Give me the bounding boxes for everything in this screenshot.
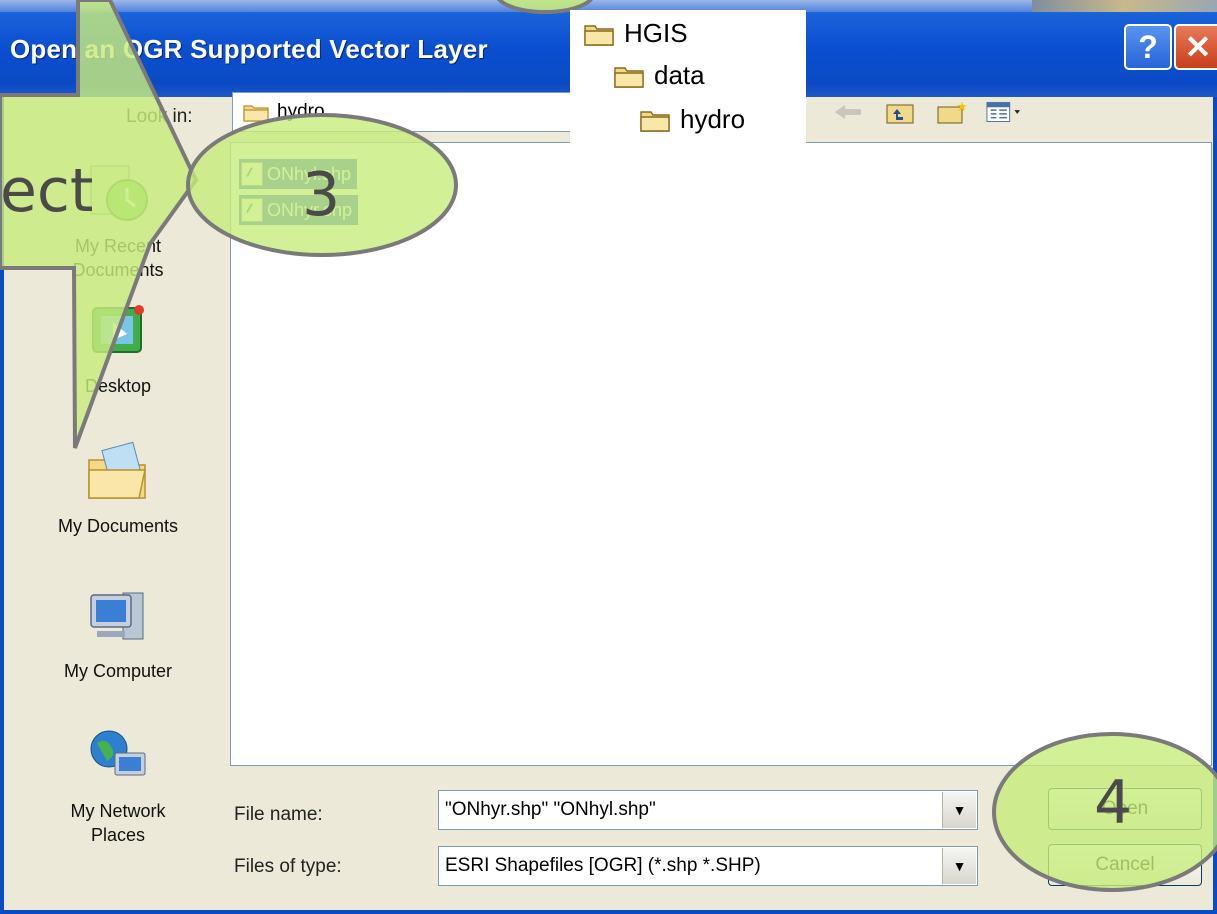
places-bar: My Recent Documents Desktop My Documents… xyxy=(0,140,225,860)
place-label: My Network Places xyxy=(70,801,166,845)
place-my-documents[interactable]: My Documents xyxy=(28,440,208,538)
place-label: Desktop xyxy=(84,376,152,396)
path-node-data: data xyxy=(614,60,705,91)
my-computer-icon xyxy=(90,592,144,640)
shapefile-icon xyxy=(241,162,263,186)
look-in-value: hydro xyxy=(277,101,325,122)
look-in-label: Look in: xyxy=(126,106,193,127)
step3-label: 3 xyxy=(302,160,341,230)
window-title: Open an OGR Supported Vector Layer xyxy=(10,34,488,64)
folder-icon xyxy=(584,24,614,46)
desktop-icon xyxy=(92,305,144,353)
shapefile-icon xyxy=(241,198,263,222)
folder-icon xyxy=(243,105,269,122)
folder-path-callout: HGIS data hydro xyxy=(570,10,806,144)
help-icon: ? xyxy=(1138,28,1158,65)
file-name-label: File name: xyxy=(234,804,323,825)
my-documents-icon xyxy=(88,441,146,499)
place-label: My Documents xyxy=(57,516,179,536)
folder-icon xyxy=(614,66,644,88)
folder-icon xyxy=(640,110,670,132)
chevron-down-icon: ▼ xyxy=(952,802,967,818)
files-of-type-value: ESRI Shapefiles [OGR] (*.shp *.SHP) xyxy=(445,855,761,876)
look-in-combo[interactable]: hydro xyxy=(232,92,580,132)
view-menu-icon[interactable] xyxy=(986,96,1022,128)
close-icon: ✕ xyxy=(1184,29,1212,65)
files-of-type-select[interactable]: ESRI Shapefiles [OGR] (*.shp *.SHP) ▼ xyxy=(438,846,978,886)
place-desktop[interactable]: Desktop xyxy=(28,300,208,398)
place-label: My Computer xyxy=(63,661,173,681)
file-name-dropdown-button[interactable]: ▼ xyxy=(942,792,976,828)
cancel-button[interactable]: Cancel xyxy=(1048,844,1202,886)
back-arrow-icon[interactable] xyxy=(830,96,866,128)
files-of-type-label: Files of type: xyxy=(234,856,342,877)
file-name-value: "ONhyr.shp" "ONhyl.shp" xyxy=(445,799,656,820)
list-item[interactable]: ONhyr.shp xyxy=(239,195,359,225)
chevron-down-icon: ▼ xyxy=(952,858,967,874)
navigation-toolbar xyxy=(830,96,1022,128)
place-my-computer[interactable]: My Computer xyxy=(28,585,208,683)
path-node-hgis: HGIS xyxy=(584,18,688,49)
new-folder-icon[interactable] xyxy=(934,96,970,128)
help-button[interactable]: ? xyxy=(1124,24,1172,70)
close-button[interactable]: ✕ xyxy=(1174,24,1217,70)
recent-documents-icon xyxy=(90,165,148,221)
path-node-hydro: hydro xyxy=(640,104,745,135)
place-label: My Recent Documents xyxy=(72,236,164,280)
background-window-fragment xyxy=(1032,0,1217,12)
up-one-level-icon[interactable] xyxy=(882,96,918,128)
file-list[interactable]: ONhyl.shp ONhyr.shp xyxy=(230,142,1212,766)
files-of-type-dropdown-button[interactable]: ▼ xyxy=(942,848,976,884)
step4-label: 4 xyxy=(1094,768,1133,838)
network-places-icon xyxy=(90,730,146,776)
annotation-partial-word: ect xyxy=(0,156,94,226)
place-my-network-places[interactable]: My Network Places xyxy=(28,725,208,847)
file-name-input[interactable]: "ONhyr.shp" "ONhyl.shp" ▼ xyxy=(438,790,978,830)
